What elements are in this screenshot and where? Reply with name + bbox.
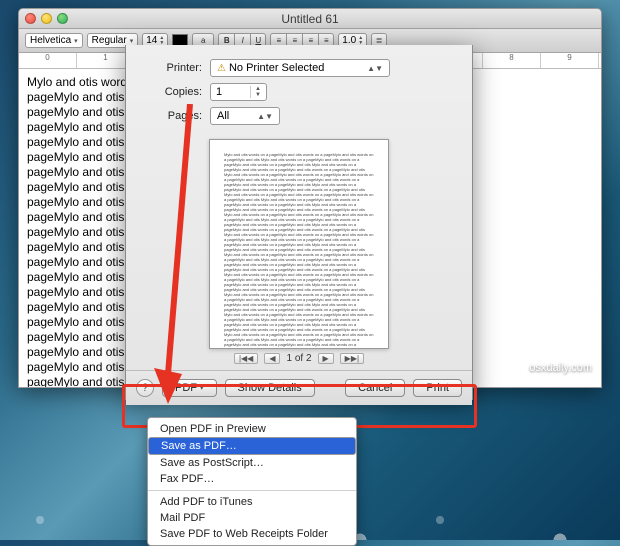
zoom-icon[interactable]: [57, 13, 68, 24]
pages-select[interactable]: All▲▼: [210, 107, 280, 125]
watermark: osxdaily.com: [529, 362, 592, 374]
warning-icon: ⚠: [217, 63, 226, 74]
print-dialog: Printer: ⚠No Printer Selected ▲▼ Copies:…: [125, 45, 473, 400]
minimize-icon[interactable]: [41, 13, 52, 24]
menu-separator: [148, 490, 356, 491]
pages-label: Pages:: [138, 110, 202, 122]
traffic-lights: [25, 13, 68, 24]
menu-add-to-itunes[interactable]: Add PDF to iTunes: [148, 494, 356, 510]
preview-text: Mylo and otis words on a pageMylo and ot…: [224, 152, 374, 349]
menu-save-as-pdf[interactable]: Save as PDF…: [148, 437, 356, 455]
next-page-button[interactable]: ▶: [318, 353, 334, 364]
copies-label: Copies:: [138, 86, 202, 98]
window-title: Untitled 61: [281, 12, 338, 26]
printer-select[interactable]: ⚠No Printer Selected ▲▼: [210, 59, 390, 77]
show-details-button[interactable]: Show Details: [225, 379, 315, 397]
page-navigator: |◀◀ ◀ 1 of 2 ▶ ▶▶|: [126, 353, 472, 364]
pdf-dropdown-menu: Open PDF in Preview Save as PDF… Save as…: [147, 417, 357, 546]
page-indicator: 1 of 2: [286, 353, 311, 364]
menu-open-in-preview[interactable]: Open PDF in Preview: [148, 421, 356, 437]
cancel-button[interactable]: Cancel: [345, 379, 405, 397]
dialog-buttons: ? PDF Show Details Cancel Print: [126, 370, 472, 405]
menu-mail-pdf[interactable]: Mail PDF: [148, 510, 356, 526]
first-page-button[interactable]: |◀◀: [234, 353, 258, 364]
print-preview: Mylo and otis words on a pageMylo and ot…: [209, 139, 389, 349]
close-icon[interactable]: [25, 13, 36, 24]
last-page-button[interactable]: ▶▶|: [340, 353, 364, 364]
printer-label: Printer:: [138, 62, 202, 74]
prev-page-button[interactable]: ◀: [264, 353, 280, 364]
copies-input[interactable]: [216, 86, 246, 98]
copies-stepper[interactable]: ▲▼: [210, 83, 267, 101]
titlebar: Untitled 61: [19, 9, 601, 29]
help-button[interactable]: ?: [136, 379, 154, 397]
print-button[interactable]: Print: [413, 379, 462, 397]
menu-save-as-postscript[interactable]: Save as PostScript…: [148, 455, 356, 471]
pdf-menu-button[interactable]: PDF: [162, 379, 217, 397]
font-family-select[interactable]: Helvetica: [25, 33, 83, 48]
menu-fax-pdf[interactable]: Fax PDF…: [148, 471, 356, 487]
